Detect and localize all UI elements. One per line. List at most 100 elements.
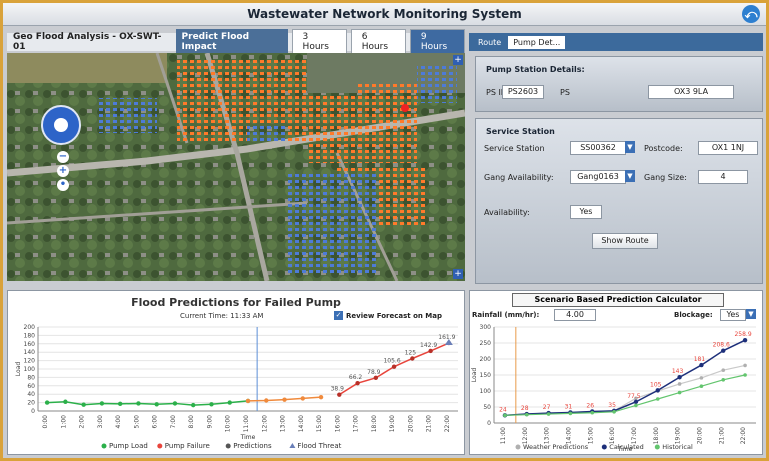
map-canvas [7,53,465,281]
x-tick-label: 5:00 [133,415,140,429]
availability-field[interactable]: Yes [570,205,602,219]
legend-marker [601,444,607,450]
back-icon[interactable]: ⤺ [742,5,760,23]
pump-station-panel: Pump Station Details: PS ID: PS2603 PS O… [475,56,763,112]
y-tick-label: 180 [24,332,36,339]
y-tick-label: 300 [480,324,492,331]
chevron-down-icon[interactable]: ▼ [625,170,635,182]
data-point [81,402,86,407]
gang-availability-select[interactable]: Gang0163 [570,170,626,184]
data-point [191,402,196,408]
legend-label: Calculated [609,443,643,451]
y-tick-label: 150 [480,372,492,379]
data-label: 27 [543,404,551,411]
data-label: 38.9 [331,386,345,393]
y-tick-label: 80 [27,374,35,381]
data-point [99,401,105,406]
availability-label: Availability: [484,208,530,217]
data-point [337,392,342,397]
hours-9-button[interactable]: 9 Hours [409,29,465,55]
gang-size-label: Gang Size: [644,173,687,182]
y-tick-label: 120 [24,358,36,365]
data-point [568,411,573,416]
data-point [117,401,123,407]
pump-station-header: Pump Station Details: [486,65,585,74]
zoom-reset-icon[interactable]: • [57,179,69,191]
data-label: 181 [694,356,706,363]
x-tick-label: 14:00 [565,427,572,444]
data-point [391,364,397,369]
x-tick-label: 1:00 [60,415,67,429]
service-station-panel: Service Station Service Station SS00362 … [475,118,763,284]
data-point [318,394,324,400]
y-tick-label: 0 [487,420,491,427]
satellite-map[interactable]: − + • + + [7,53,465,281]
zoom-out-icon[interactable]: − [57,151,69,163]
field-area [7,53,167,83]
x-tick-label: 11:00 [500,427,507,444]
data-label: 208.6 [713,342,730,349]
data-label: 31 [565,403,573,410]
data-point [721,378,726,382]
data-point [743,363,747,368]
hours-6-button[interactable]: 6 Hours [350,29,406,55]
data-point [136,401,141,406]
service-station-select[interactable]: SS00362 [570,141,626,155]
ps-label: PS [560,88,570,97]
data-label: 105.6 [383,358,400,365]
y-tick-label: 0 [31,408,35,415]
legend-label: Pump Failure [165,442,210,450]
data-point [699,384,704,388]
x-tick-label: 21:00 [426,415,433,432]
data-point [44,400,50,405]
flood-zone-orange [177,58,307,143]
legend-label: Weather Predictions [523,443,589,451]
x-tick-label: 17:00 [353,415,360,432]
x-tick-label: 2:00 [79,415,86,429]
hours-3-button[interactable]: 3 Hours [291,29,347,55]
y-tick-label: 250 [480,340,492,347]
legend-marker [515,444,521,450]
x-tick-label: 12:00 [261,415,268,432]
data-point [154,402,159,407]
data-point [355,380,360,386]
x-tick-label: 13:00 [544,427,551,444]
gang-size-field[interactable]: 4 [698,170,748,184]
data-point [634,403,638,408]
data-point [524,412,529,417]
predict-flood-impact-label: Predict Flood Impact [175,29,288,55]
zoom-in-icon[interactable]: + [57,165,69,177]
ps-postcode-field[interactable]: OX3 9LA [648,85,734,99]
x-tick-label: 15:00 [316,415,323,432]
data-point [172,401,178,406]
chevron-down-icon[interactable]: ▼ [625,141,635,153]
data-label: 24 [499,406,507,413]
data-label: 143 [672,368,684,375]
ps-id-field[interactable]: PS2603 [502,85,544,99]
legend-label: Predictions [233,442,272,450]
y-tick-label: 50 [483,404,491,411]
y-tick-label: 200 [480,356,492,363]
x-tick-label: 19:00 [389,415,396,432]
pan-control-icon[interactable] [41,105,81,145]
tab-pump-details[interactable]: Pump Det... [508,35,566,49]
y-axis-label: Load [15,362,22,377]
x-tick-label: 6:00 [152,415,159,429]
legend-marker [101,443,107,449]
data-label: 66.2 [349,374,363,381]
x-tick-label: 0:00 [42,415,49,429]
map-expand-icon[interactable]: + [453,55,463,65]
x-tick-label: 19:00 [675,427,682,444]
tab-route[interactable]: Route [473,36,506,49]
title-bar: Wastewater Network Monitoring System ⤺ [3,3,766,26]
data-point [612,410,616,414]
legend-label: Pump Load [109,442,148,450]
show-route-button[interactable]: Show Route [592,233,658,249]
map-overview-icon[interactable]: + [453,269,463,279]
data-label: 77.5 [627,393,641,400]
app-title: Wastewater Network Monitoring System [247,7,522,21]
flood-zone-blue [97,98,157,133]
postcode-field[interactable]: OX1 1NJ [698,141,758,155]
data-point [300,396,305,401]
series-line [504,374,746,416]
